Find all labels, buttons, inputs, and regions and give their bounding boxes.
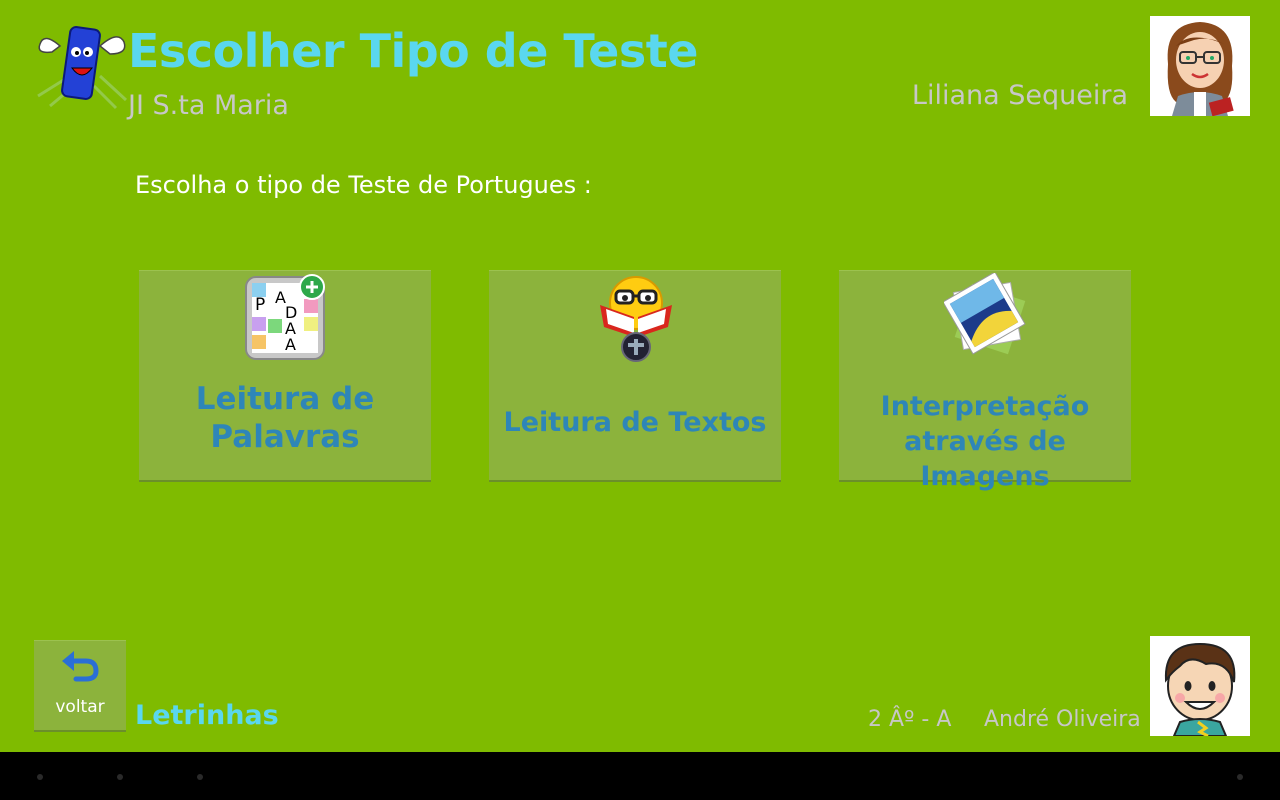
student-avatar[interactable] [1150, 636, 1250, 736]
back-button[interactable]: voltar [34, 640, 126, 732]
text-reading-test-button[interactable]: Leitura de Textos [489, 270, 781, 482]
word-puzzle-icon: P A D A A [244, 273, 328, 365]
nav-dot-icon [1237, 774, 1243, 780]
teacher-name: Liliana Sequeira [911, 80, 1128, 111]
back-button-label: voltar [55, 697, 105, 717]
word-reading-test-button[interactable]: P A D A A Leitura de Palavras [139, 270, 431, 482]
undo-arrow-icon [60, 649, 100, 683]
class-label: 2 Âº - A [868, 707, 952, 732]
nav-dot-icon [37, 774, 43, 780]
svg-text:P: P [255, 295, 265, 315]
tile-label-line: através de Imagens [904, 426, 1066, 493]
school-name: JI S.ta Maria [128, 90, 289, 121]
svg-text:A: A [285, 335, 296, 354]
page-title: Escolher Tipo de Teste [128, 24, 698, 78]
tile-label-line: Palavras [210, 418, 360, 455]
app-logo [30, 16, 128, 114]
nav-dot-icon [117, 774, 123, 780]
tile-label-line: Leitura de Textos [503, 407, 767, 438]
system-nav-bar [0, 752, 1280, 800]
student-name: André Oliveira [984, 707, 1141, 732]
photos-icon [942, 271, 1028, 365]
tile-label-line: Interpretação [880, 391, 1090, 422]
app-name: Letrinhas [135, 700, 279, 731]
instruction-text: Escolha o tipo de Teste de Portugues : [135, 171, 592, 199]
nav-dot-icon [197, 774, 203, 780]
reading-smiley-icon [594, 273, 678, 365]
teacher-avatar[interactable] [1150, 16, 1250, 116]
tile-label-line: Leitura de [195, 381, 375, 417]
image-interpretation-test-button[interactable]: Interpretação através de Imagens [839, 270, 1131, 492]
